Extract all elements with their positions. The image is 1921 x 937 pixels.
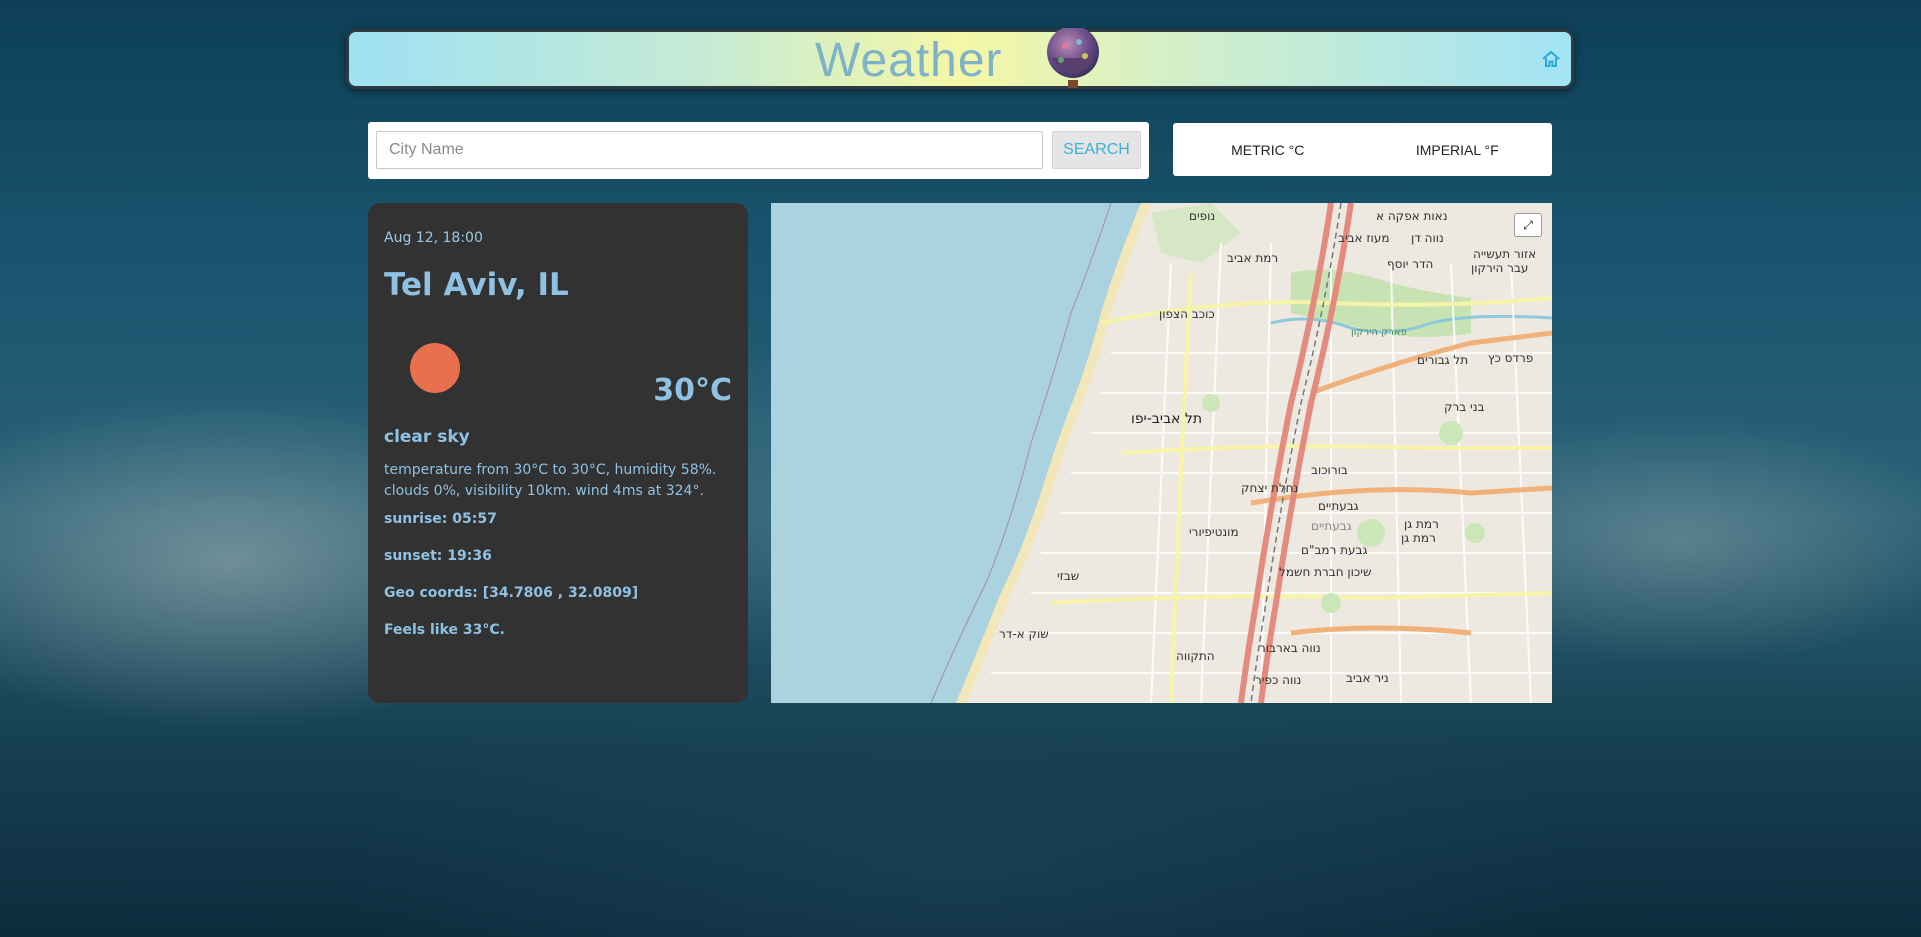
map-label: שיכון חברת חשמל [1279, 565, 1372, 579]
map-label: גבעתיים [1318, 499, 1359, 513]
city-map[interactable]: נופים נאות אפקה א מעוז אביב רמת אביב נוו… [771, 203, 1552, 703]
app-title: Weather [815, 34, 1003, 87]
map-fullscreen-button[interactable]: ⤢ [1514, 213, 1542, 237]
city-search-input[interactable] [376, 131, 1043, 169]
weather-card: Aug 12, 18:00 Tel Aviv, IL 30°C clear sk… [368, 203, 748, 703]
map-label: עבר הירקון [1471, 261, 1529, 275]
map-label: נאות אפקה א [1376, 209, 1448, 223]
city-name: Tel Aviv, IL [384, 267, 569, 303]
geo-coords: Geo coords: [34.7806 , 32.0809] [384, 585, 639, 601]
map-label: גבעת רמב"ם [1301, 543, 1368, 557]
map-label: התקווה [1176, 649, 1215, 663]
hot-air-balloon-icon [1047, 28, 1099, 88]
home-icon[interactable] [1541, 49, 1561, 69]
weather-description: clear sky [384, 427, 470, 447]
map-label: הדר יוסף [1387, 257, 1434, 271]
map-label: שבזי [1057, 569, 1080, 583]
map-label: מונטיפיורי [1189, 525, 1239, 539]
metric-button[interactable]: METRIC °C [1173, 123, 1363, 176]
map-label: גבעתיים [1311, 519, 1352, 533]
map-label: רמת אביב [1227, 251, 1279, 265]
search-button[interactable]: SEARCH [1052, 131, 1141, 169]
map-label: שוק א-דר [999, 627, 1049, 641]
map-label: נווה בארבור [1259, 641, 1321, 655]
map-label-tel-aviv: תל אביב-יפו [1131, 411, 1203, 427]
app-header: Weather [346, 28, 1574, 89]
map-label: אזור תעשייה [1473, 247, 1537, 261]
map-label: כוכב הצפון [1159, 307, 1215, 321]
feels-like: Feels like 33°C. [384, 622, 505, 638]
map-label: ניר אביב [1346, 671, 1389, 685]
search-bar: SEARCH [368, 122, 1149, 179]
map-label: בני ברק [1444, 400, 1485, 414]
forecast-date: Aug 12, 18:00 [384, 230, 483, 246]
map-label: פרדס כץ [1488, 351, 1534, 365]
map-label: נופים [1189, 209, 1216, 223]
map-label: נחלת יצחק [1241, 481, 1299, 495]
map-label: נווה כפיר [1255, 673, 1302, 687]
sunset-time: sunset: 19:36 [384, 548, 492, 564]
map-label: רמת גן [1401, 531, 1436, 545]
map-label: רמת גן [1404, 517, 1439, 531]
map-label: נווה דן [1411, 231, 1444, 245]
map-label: תל גבורים [1417, 353, 1469, 367]
map-label: בורוכוב [1311, 463, 1348, 477]
sunrise-time: sunrise: 05:57 [384, 511, 497, 527]
temperature: 30°C [653, 373, 732, 408]
weather-details: temperature from 30°C to 30°C, humidity … [384, 462, 717, 499]
map-label: מעוז אביב [1338, 231, 1390, 245]
sun-icon [410, 343, 460, 393]
unit-toggle: METRIC °C IMPERIAL °F [1173, 123, 1552, 176]
map-label: פארק הירקון [1351, 327, 1407, 338]
imperial-button[interactable]: IMPERIAL °F [1363, 123, 1553, 176]
map-tiles [771, 203, 1552, 703]
